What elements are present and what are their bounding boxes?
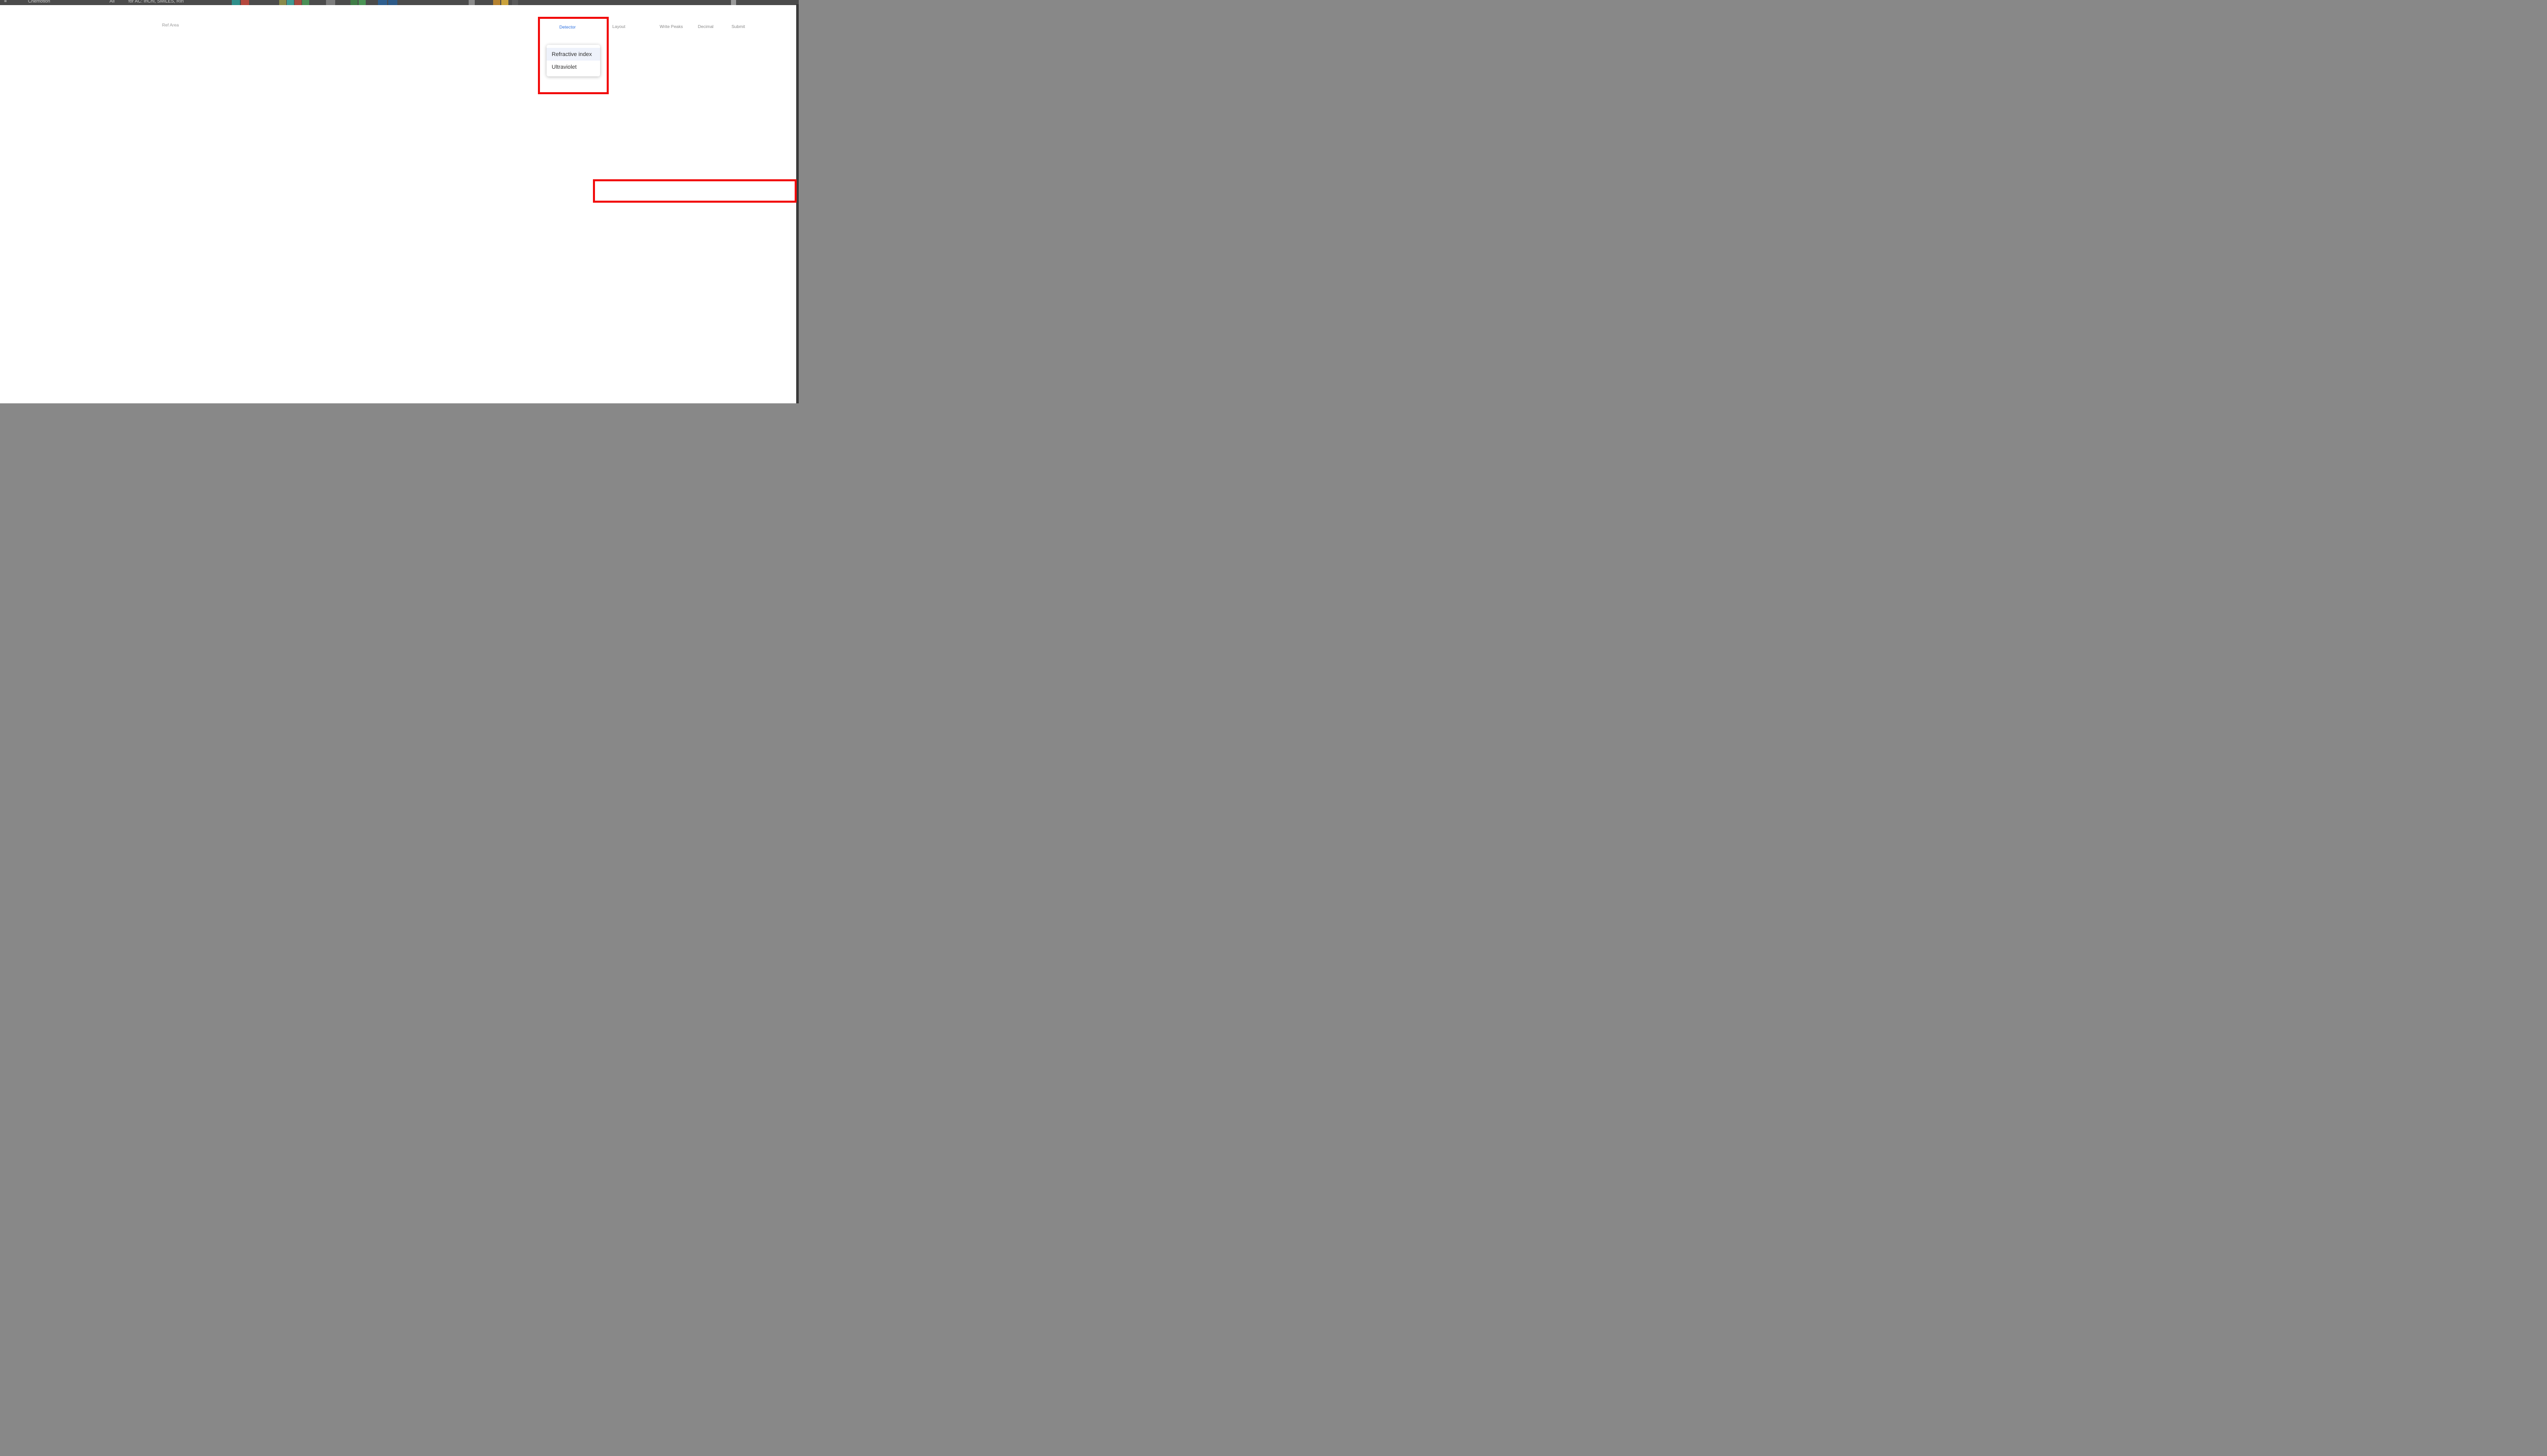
navbar-element-block [469, 0, 475, 5]
spectra-editor-modal [0, 5, 796, 403]
navbar-all-dropdown: All [110, 0, 115, 4]
navbar-element-block [512, 0, 518, 5]
navbar-element-block [731, 0, 736, 5]
navbar-element-block [501, 0, 508, 5]
detector-select-label: Detector [558, 25, 577, 30]
navbar-element-block [302, 0, 309, 5]
layout-select-label: Layout [611, 24, 627, 29]
navbar-element-block [241, 0, 249, 5]
navbar-element-block [388, 0, 397, 5]
navbar-brand: Chemotion [28, 0, 50, 4]
submit-select-label: Submit [730, 24, 746, 29]
hamburger-icon: ≡ [4, 0, 7, 4]
page-scrollbar[interactable] [796, 4, 799, 403]
ref-area-label: Ref Area [160, 23, 180, 28]
navbar-element-block [279, 0, 286, 5]
navbar-element-block [493, 0, 500, 5]
navbar-search-text: for AC: InChI, SMILES, RIn [128, 0, 184, 4]
decimal-select-label: Decimal [696, 24, 715, 29]
background-navbar: ≡ Chemotion All for AC: InChI, SMILES, R… [0, 0, 799, 5]
navbar-element-block [326, 0, 335, 5]
navbar-element-block [294, 0, 302, 5]
navbar-element-block [287, 0, 294, 5]
navbar-element-block [232, 0, 240, 5]
navbar-element-block [378, 0, 387, 5]
write-peaks-select-label: Write Peaks [658, 24, 685, 29]
detector-option-refractive-index[interactable]: Refractive index [547, 48, 600, 61]
detector-menu: Refractive indexUltraviolet [547, 45, 600, 76]
screen: ≡ Chemotion All for AC: InChI, SMILES, R… [0, 0, 799, 403]
navbar-element-block [359, 0, 366, 5]
detector-option-ultraviolet[interactable]: Ultraviolet [547, 61, 600, 73]
navbar-element-block [350, 0, 358, 5]
